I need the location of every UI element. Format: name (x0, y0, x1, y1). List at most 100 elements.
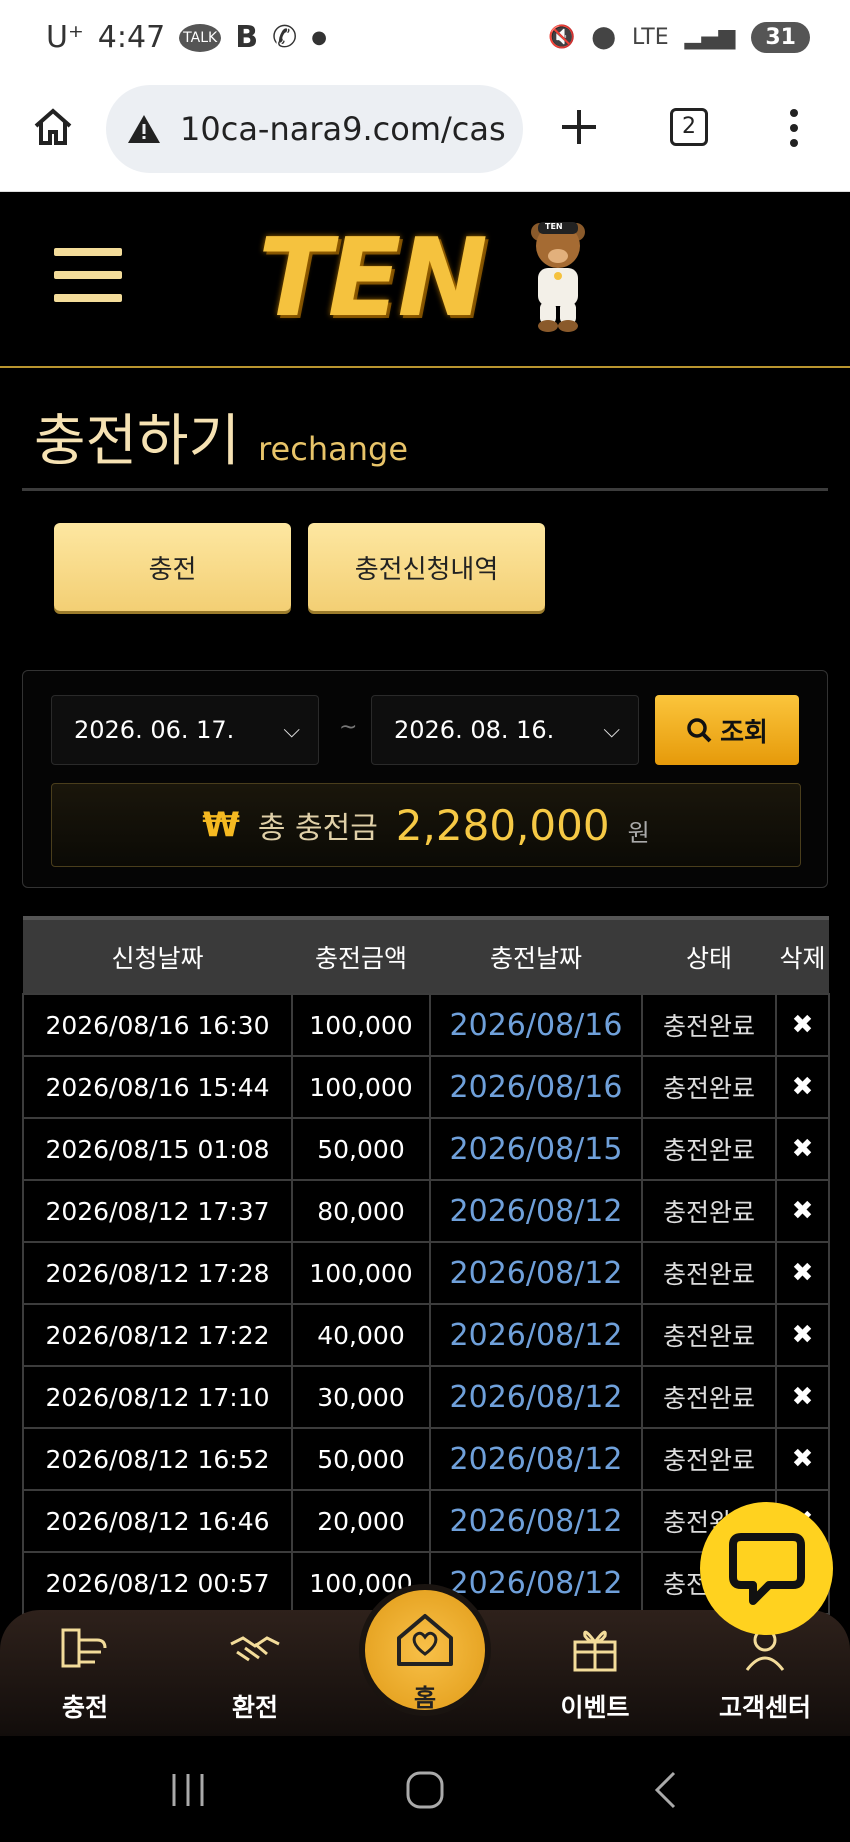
home-heart-icon (397, 1614, 453, 1666)
page-title-en: rechange (258, 430, 408, 468)
table-row: 2026/08/12 17:37 80,000 2026/08/12 충전완료 ✖ (22, 1179, 830, 1243)
tab-charge[interactable]: 충전 (54, 523, 291, 611)
table-row: 2026/08/12 16:52 50,000 2026/08/12 충전완료 ✖ (22, 1427, 830, 1491)
table-header-row: 신청날짜 충전금액 충전날짜 상태 삭제 (23, 916, 829, 994)
page-title: 충전하기 rechange (34, 396, 408, 477)
cell-status: 충전완료 (641, 1117, 777, 1181)
cell-status: 충전완료 (641, 1179, 777, 1243)
delete-icon[interactable]: ✖ (775, 1055, 830, 1119)
back-icon[interactable] (652, 1770, 678, 1810)
gift-icon (573, 1630, 617, 1672)
signal-icon: ▂▄▆ (684, 25, 736, 50)
nav-event[interactable]: 이벤트 (510, 1610, 680, 1736)
hamburger-menu-icon[interactable] (54, 248, 122, 317)
cell-charged-date[interactable]: 2026/08/12 (429, 1303, 643, 1367)
date-from-value: 2026. 06. 17. (74, 716, 235, 744)
cell-charged-date[interactable]: 2026/08/15 (429, 1117, 643, 1181)
cell-charged-date[interactable]: 2026/08/12 (429, 1427, 643, 1491)
nav-exchange[interactable]: 환전 (170, 1610, 340, 1736)
recent-apps-icon[interactable] (170, 1772, 206, 1808)
nav-charge[interactable]: 충전 (0, 1610, 170, 1736)
cell-requested-date: 2026/08/12 17:10 (22, 1365, 293, 1429)
dot-icon: ● (311, 27, 327, 48)
total-charge-unit: 원 (627, 818, 650, 847)
cell-status: 충전완료 (641, 993, 777, 1057)
table-row: 2026/08/12 17:22 40,000 2026/08/12 충전완료 ✖ (22, 1303, 830, 1367)
home-button-icon[interactable] (405, 1770, 445, 1810)
cell-amount: 100,000 (291, 1055, 431, 1119)
date-range-separator: ~ (339, 715, 358, 740)
page-title-ko: 충전하기 (34, 409, 241, 474)
cell-requested-date: 2026/08/16 15:44 (22, 1055, 293, 1119)
search-button[interactable]: 조회 (655, 695, 799, 765)
nav-home[interactable]: 홈 (359, 1584, 491, 1716)
carrier-label: U⁺ (46, 20, 84, 55)
exchange-handshake-icon (230, 1636, 280, 1662)
network-label: LTE (632, 25, 669, 50)
tab-count: 2 (682, 114, 696, 139)
cell-requested-date: 2026/08/15 01:08 (22, 1117, 293, 1181)
tab-charge-history[interactable]: 충전신청내역 (308, 523, 545, 611)
delete-icon[interactable]: ✖ (775, 1365, 830, 1429)
delete-icon[interactable]: ✖ (775, 993, 830, 1057)
delete-icon[interactable]: ✖ (775, 1427, 830, 1491)
delete-icon[interactable]: ✖ (775, 1179, 830, 1243)
date-from-select[interactable]: 2026. 06. 17. ⌵ (51, 695, 319, 765)
cell-charged-date[interactable]: 2026/08/12 (429, 1365, 643, 1429)
nav-support-label: 고객센터 (718, 1693, 811, 1722)
delete-icon[interactable]: ✖ (775, 1241, 830, 1305)
title-divider (22, 488, 828, 491)
cell-requested-date: 2026/08/16 16:30 (22, 993, 293, 1057)
cell-amount: 20,000 (291, 1489, 431, 1553)
table-row: 2026/08/16 16:30 100,000 2026/08/16 충전완료 ✖ (22, 993, 830, 1057)
warning-icon (128, 115, 160, 143)
cell-charged-date[interactable]: 2026/08/16 (429, 1055, 643, 1119)
header-amount: 충전금액 (292, 916, 430, 994)
cell-requested-date: 2026/08/12 17:28 (22, 1241, 293, 1305)
date-to-select[interactable]: 2026. 08. 16. ⌵ (371, 695, 639, 765)
status-bar: U⁺ 4:47 TALK B ✆ ● 🔇 ⬤ LTE ▂▄▆ 31 (0, 0, 850, 80)
cell-requested-date: 2026/08/12 17:22 (22, 1303, 293, 1367)
cell-status: 충전완료 (641, 1427, 777, 1491)
nav-home-label: 홈 (413, 1684, 437, 1712)
date-to-value: 2026. 08. 16. (394, 716, 555, 744)
table-row: 2026/08/15 01:08 50,000 2026/08/15 충전완료 ✖ (22, 1117, 830, 1181)
cell-status: 충전완료 (641, 1365, 777, 1429)
site-logo[interactable]: TEN (258, 216, 488, 341)
browser-toolbar: 10ca-nara9.com/cas 2 (0, 80, 850, 192)
table-row: 2026/08/12 17:28 100,000 2026/08/12 충전완료 ✖ (22, 1241, 830, 1305)
url-text: 10ca-nara9.com/cas (180, 110, 506, 148)
header-charged-date: 충전날짜 (430, 916, 642, 994)
chevron-down-icon: ⌵ (603, 718, 620, 743)
cell-amount: 100,000 (291, 1241, 431, 1305)
total-charge-summary: ₩ 총 충전금 2,280,000 원 (51, 783, 801, 867)
cell-requested-date: 2026/08/12 16:46 (22, 1489, 293, 1553)
total-charge-label: 총 충전금 (257, 811, 378, 846)
battery-badge: 31 (751, 22, 810, 53)
chat-button[interactable] (700, 1502, 833, 1635)
clock: 4:47 (97, 20, 166, 55)
delete-icon[interactable]: ✖ (775, 1303, 830, 1367)
header-status: 상태 (642, 916, 776, 994)
table-row: 2026/08/12 17:10 30,000 2026/08/12 충전완료 ✖ (22, 1365, 830, 1429)
new-tab-icon[interactable] (560, 108, 598, 146)
cell-charged-date[interactable]: 2026/08/12 (429, 1179, 643, 1243)
more-menu-icon[interactable] (786, 108, 802, 148)
header-delete: 삭제 (776, 916, 829, 994)
cell-charged-date[interactable]: 2026/08/12 (429, 1241, 643, 1305)
cell-charged-date[interactable]: 2026/08/16 (429, 993, 643, 1057)
delete-icon[interactable]: ✖ (775, 1117, 830, 1181)
search-label: 조회 (720, 717, 768, 748)
tab-count-button[interactable]: 2 (670, 108, 708, 146)
charge-hand-icon (61, 1628, 107, 1668)
address-bar[interactable]: 10ca-nara9.com/cas (106, 85, 523, 173)
cell-amount: 30,000 (291, 1365, 431, 1429)
talk-notification-icon: TALK (179, 23, 222, 52)
cell-status: 충전완료 (641, 1303, 777, 1367)
cell-charged-date[interactable]: 2026/08/12 (429, 1489, 643, 1553)
cell-requested-date: 2026/08/12 00:57 (22, 1551, 293, 1615)
home-icon[interactable] (32, 106, 74, 148)
charge-history-table: 신청날짜 충전금액 충전날짜 상태 삭제 2026/08/16 16:30 100… (22, 916, 830, 1615)
b-notification-icon: B (235, 20, 259, 55)
system-nav-bar (0, 1736, 850, 1842)
